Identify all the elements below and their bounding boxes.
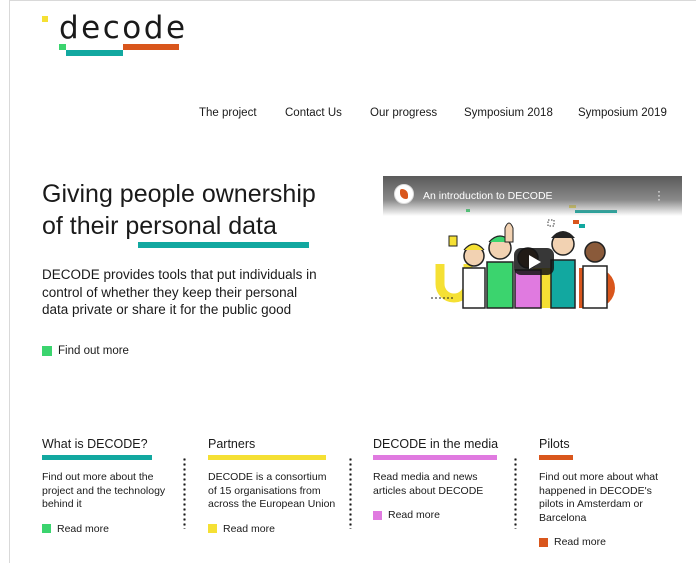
video-title[interactable]: An introduction to DECODE [423, 190, 553, 202]
read-more-link[interactable]: Read more [42, 523, 172, 535]
column-text: Read media and news articles about DECOD… [373, 471, 484, 497]
column-text: Find out more about what happened in DEC… [539, 471, 659, 524]
intro-video-player[interactable]: An introduction to DECODE · · · [383, 176, 682, 312]
green-square-icon [42, 346, 52, 356]
pink-square-icon [373, 510, 382, 520]
column-accent-bar [373, 455, 497, 460]
read-more-label: Read more [388, 509, 440, 521]
read-more-link[interactable]: Read more [208, 523, 338, 535]
read-more-label: Read more [554, 536, 606, 548]
column-pilots: Pilots Find out more about what happened… [539, 437, 659, 548]
hero-title: Giving people ownership of their persona… [42, 178, 372, 248]
dotted-divider [349, 457, 352, 529]
hero-title-line1: Giving people ownership [42, 180, 316, 208]
nav-item-our-progress[interactable]: Our progress [370, 107, 437, 119]
hero-title-underline [138, 242, 309, 248]
column-text: Find out more about the project and the … [42, 471, 166, 510]
read-more-label: Read more [57, 522, 109, 535]
logo-teal-bar [66, 50, 123, 56]
logo-orange-bar [123, 44, 179, 50]
nav-item-the-project[interactable]: The project [199, 107, 257, 119]
dotted-divider [183, 457, 186, 529]
nav-item-symposium-2019[interactable]: Symposium 2019 [578, 107, 667, 119]
column-title: Pilots [539, 437, 570, 451]
read-more-link[interactable]: Read more [373, 509, 503, 521]
orange-square-icon [539, 537, 548, 547]
find-out-more-link[interactable]: Find out more [42, 345, 129, 357]
column-decode-in-the-media: DECODE in the media Read media and news … [373, 437, 503, 521]
column-title: DECODE in the media [373, 437, 499, 451]
column-partners: Partners DECODE is a consortium of 15 or… [208, 437, 338, 535]
column-accent-bar [539, 455, 573, 460]
column-accent-bar [208, 455, 326, 460]
column-title: What is DECODE? [42, 437, 148, 451]
hero-description: DECODE provides tools that put individua… [42, 267, 317, 317]
logo-wordmark: decode [59, 10, 188, 46]
decode-channel-icon[interactable] [394, 184, 414, 204]
column-what-is-decode: What is DECODE? Find out more about the … [42, 437, 172, 535]
kebab-menu-icon[interactable]: · · · [657, 185, 661, 205]
column-text: DECODE is a consortium of 15 organisatio… [208, 471, 336, 510]
column-title: Partners [208, 437, 256, 451]
yellow-square-icon [208, 524, 217, 533]
nav-item-contact-us[interactable]: Contact Us [285, 107, 342, 119]
dotted-divider [514, 457, 517, 529]
hero-title-prefix: of their [42, 212, 126, 240]
logo-yellow-dot [42, 16, 48, 22]
column-accent-bar [42, 455, 152, 460]
decode-logo[interactable]: decode [42, 10, 192, 62]
green-square-icon [42, 524, 51, 533]
nav-item-symposium-2018[interactable]: Symposium 2018 [464, 107, 553, 119]
hero-title-emphasis: personal data [125, 212, 277, 240]
play-button-icon[interactable] [514, 248, 554, 275]
read-more-label: Read more [223, 522, 275, 535]
read-more-link[interactable]: Read more [539, 536, 659, 548]
logo-green-dot [59, 44, 66, 50]
find-out-more-label: Find out more [58, 345, 129, 357]
hero-title-line2: of their personal data [42, 210, 372, 242]
